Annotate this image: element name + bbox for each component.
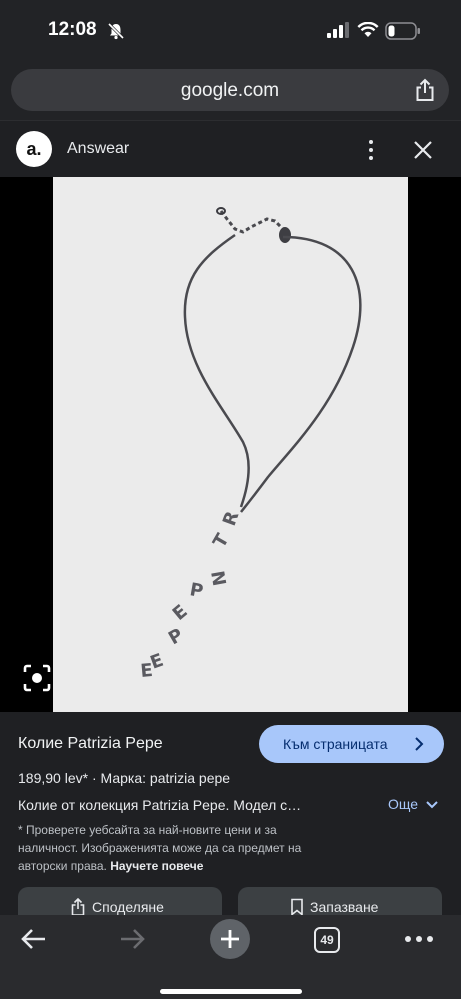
wifi-icon [357,22,379,37]
bottom-toolbar: 49 [0,915,461,999]
product-title: Колие Patrizia Pepe [18,735,163,752]
more-label: Още [388,796,419,812]
svg-text:N: N [206,569,229,587]
brand: Марка: patrizia pepe [100,770,231,786]
price: 189,90 lev* [18,770,89,786]
share-icon [71,898,85,916]
price-line: 189,90 lev* · Марка: patrizia pepe [18,770,231,786]
browser-url-area: google.com [0,62,461,120]
svg-text:R: R [219,508,244,528]
svg-text:P: P [165,625,187,650]
product-info: Колие Patrizia Pepe Към страницата 189,9… [0,712,461,927]
svg-text:P: P [188,579,205,602]
url-bar[interactable]: google.com [11,69,449,111]
visit-page-button[interactable]: Към страницата [259,725,444,763]
disclaimer: * Проверете уебсайта за най-новите цени … [18,821,318,875]
battery-icon [385,22,420,40]
tab-count-button[interactable]: 49 [314,927,340,953]
necklace-illustration: R T N P E P E E [140,207,362,682]
learn-more-link[interactable]: Научете повече [110,859,203,873]
status-time: 12:08 [48,19,97,40]
share-label: Споделяне [92,899,164,915]
site-name: Answear [67,140,130,157]
bookmark-icon [291,898,303,916]
back-arrow-icon[interactable] [20,925,48,953]
share-icon[interactable] [414,78,436,102]
svg-text:E: E [169,601,192,625]
save-label: Запазване [310,899,379,915]
site-logo: a. [16,131,52,167]
more-icon[interactable] [404,935,434,943]
lens-search-icon[interactable] [22,663,52,693]
plus-icon [221,930,239,948]
url-text: google.com [180,80,280,101]
new-tab-button[interactable] [210,919,250,959]
kebab-menu-icon[interactable] [360,137,382,163]
home-indicator [160,989,302,994]
muted-bell-icon [107,22,125,40]
status-bar: 12:08 [0,0,461,62]
visit-page-label: Към страницата [283,736,388,752]
product-description: Колие от колекция Patrizia Pepe. Модел с… [18,797,302,813]
forward-arrow-icon[interactable] [118,925,146,953]
more-button[interactable]: Още [388,796,438,812]
product-image[interactable]: R T N P E P E E [53,177,408,712]
svg-text:T: T [209,530,234,552]
signal-icon [327,22,349,38]
image-area: R T N P E P E E [0,177,461,712]
chevron-down-icon [426,801,438,809]
close-icon[interactable] [412,137,434,163]
chevron-right-icon [415,737,424,751]
result-header: a. Answear [0,120,461,177]
svg-text:E: E [140,660,154,682]
